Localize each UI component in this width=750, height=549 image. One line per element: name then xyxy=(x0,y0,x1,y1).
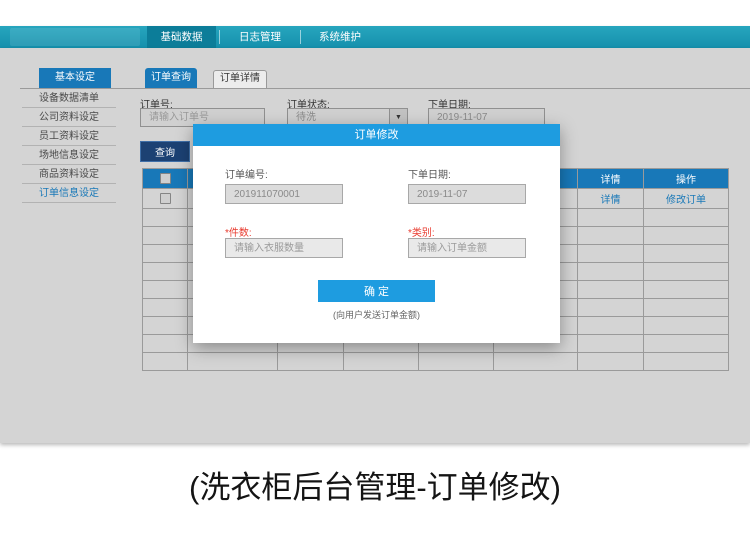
header-divider xyxy=(20,88,750,89)
sidebar-item-company-info[interactable]: 公司资料设定 xyxy=(22,108,116,127)
table-cell xyxy=(578,263,644,281)
header-checkbox-cell xyxy=(143,169,188,189)
nav-tab-system-maintenance[interactable]: 系统维护 xyxy=(301,26,379,48)
row-checkbox-cell xyxy=(143,189,188,209)
modal-count-input[interactable] xyxy=(225,238,343,258)
table-cell xyxy=(143,245,188,263)
table-cell xyxy=(143,317,188,335)
table-cell xyxy=(644,335,729,353)
sidebar-item-employee-info[interactable]: 员工资料设定 xyxy=(22,127,116,146)
detail-link[interactable]: 详情 xyxy=(601,191,621,206)
table-cell xyxy=(578,335,644,353)
modal-category-label: *类别: xyxy=(408,224,435,239)
table-cell xyxy=(494,353,578,371)
tab-order-detail[interactable]: 订单详情 xyxy=(213,70,267,88)
table-cell xyxy=(644,209,729,227)
nav-separator xyxy=(219,30,220,44)
table-cell xyxy=(644,281,729,299)
sidebar-item-site-info[interactable]: 场地信息设定 xyxy=(22,146,116,165)
table-cell xyxy=(578,281,644,299)
order-modify-modal: 订单修改 订单编号: 下单日期: *件数: *类别: 确 定 (向用户发送订单金… xyxy=(193,124,560,343)
table-cell xyxy=(143,299,188,317)
sidebar-item-device-data[interactable]: 设备数据清单 xyxy=(22,89,116,108)
action-cell: 修改订单 xyxy=(644,189,729,209)
nav-tab-basic-data[interactable]: 基础数据 xyxy=(147,26,216,48)
table-header-detail: 详情 xyxy=(578,169,644,189)
table-cell xyxy=(644,245,729,263)
select-all-checkbox[interactable] xyxy=(160,173,171,184)
sidebar-item-order-info[interactable]: 订单信息设定 xyxy=(22,184,116,203)
table-row-empty xyxy=(143,353,729,371)
modal-category-input[interactable] xyxy=(408,238,526,258)
modify-order-link[interactable]: 修改订单 xyxy=(666,191,706,206)
modal-order-date-input xyxy=(408,184,526,204)
logo-placeholder xyxy=(10,28,140,46)
modal-order-no-label: 订单编号: xyxy=(225,166,268,181)
modal-count-label: *件数: xyxy=(225,224,252,239)
tab-order-query[interactable]: 订单查询 xyxy=(145,68,197,88)
sidebar-item-product-info[interactable]: 商品资料设定 xyxy=(22,165,116,184)
table-cell xyxy=(578,353,644,371)
table-cell xyxy=(143,335,188,353)
table-cell xyxy=(143,353,188,371)
modal-title: 订单修改 xyxy=(193,124,560,146)
screenshot-caption: (洗衣柜后台管理-订单修改) xyxy=(0,462,750,507)
table-cell xyxy=(578,227,644,245)
confirm-button[interactable]: 确 定 xyxy=(318,280,435,302)
table-cell xyxy=(644,263,729,281)
table-cell xyxy=(578,245,644,263)
modal-order-no-input xyxy=(225,184,343,204)
nav-tab-log-management[interactable]: 日志管理 xyxy=(221,26,299,48)
table-cell xyxy=(644,227,729,245)
row-checkbox[interactable] xyxy=(160,193,171,204)
table-cell xyxy=(644,353,729,371)
table-cell xyxy=(644,317,729,335)
page: 基础数据 日志管理 系统维护 基本设定 设备数据清单 公司资料设定 员工资料设定… xyxy=(0,0,750,549)
table-cell xyxy=(143,281,188,299)
table-cell xyxy=(188,353,278,371)
detail-cell: 详情 xyxy=(578,189,644,209)
table-header-action: 操作 xyxy=(644,169,729,189)
modal-order-date-label: 下单日期: xyxy=(408,166,451,181)
top-navbar: 基础数据 日志管理 系统维护 xyxy=(0,26,750,48)
table-cell xyxy=(143,227,188,245)
table-cell xyxy=(644,299,729,317)
table-cell xyxy=(419,353,494,371)
table-cell xyxy=(143,263,188,281)
table-cell xyxy=(578,299,644,317)
table-cell xyxy=(278,353,344,371)
table-cell xyxy=(578,317,644,335)
modal-footnote: (向用户发送订单金额) xyxy=(193,308,560,321)
table-cell xyxy=(578,209,644,227)
table-cell xyxy=(344,353,419,371)
sidebar-header-basic-settings[interactable]: 基本设定 xyxy=(39,68,111,88)
table-cell xyxy=(143,209,188,227)
search-button[interactable]: 查询 xyxy=(140,141,190,162)
